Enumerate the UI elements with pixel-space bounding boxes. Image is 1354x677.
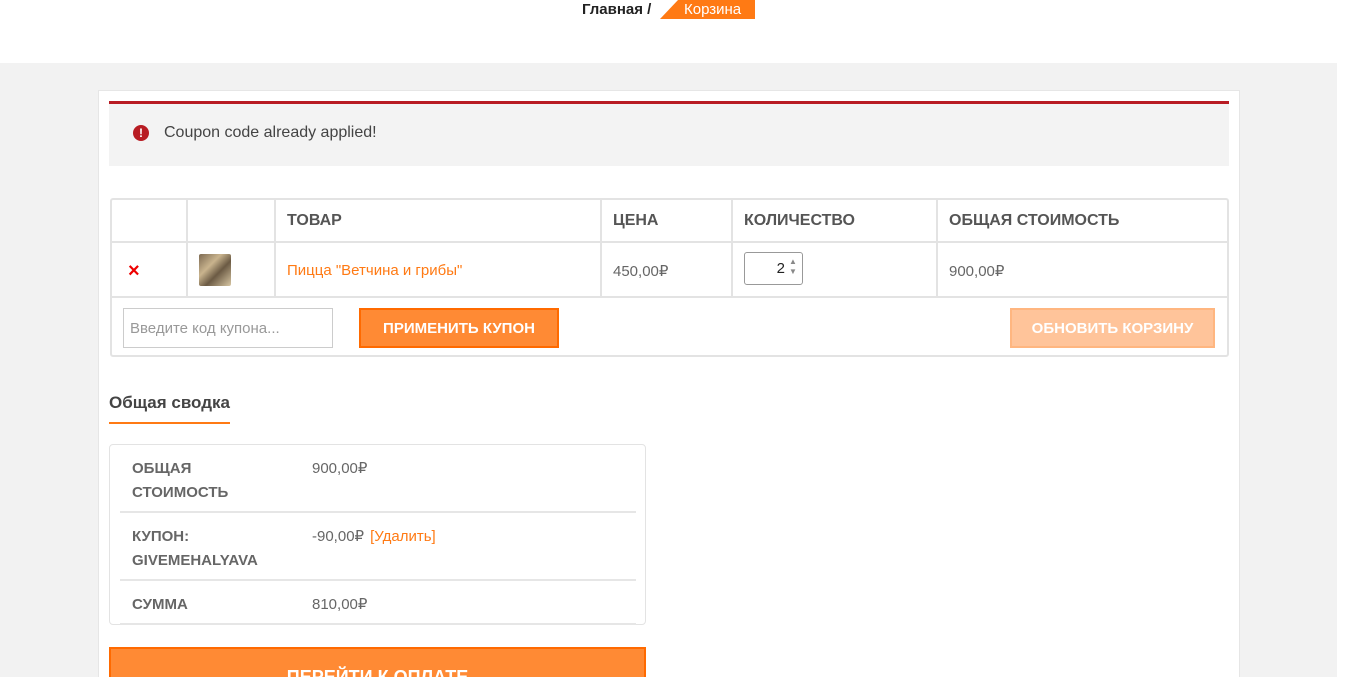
breadcrumb-home-link[interactable]: Главная /	[582, 1, 651, 18]
cart-table: ТОВАР ЦЕНА КОЛИЧЕСТВО ОБЩАЯ СТОИМОСТЬ × …	[110, 198, 1229, 357]
error-icon: !	[133, 125, 149, 141]
error-notice: ! Coupon code already applied!	[109, 101, 1229, 166]
coupon-code-input[interactable]	[123, 308, 333, 348]
header-product: ТОВАР	[287, 212, 342, 229]
breadcrumb-arrow	[660, 0, 678, 19]
quantity-stepper[interactable]: ▲▼	[744, 252, 803, 285]
checkout-button[interactable]: Перейти к оплате	[109, 647, 646, 677]
totals-row-total: Сумма 810,00₽	[120, 581, 636, 625]
totals-value: 900,00₽	[312, 460, 368, 477]
product-subtotal: 900,00₽	[949, 263, 1005, 280]
product-name-link[interactable]: Пицца "Ветчина и грибы"	[287, 262, 462, 279]
breadcrumb: Главная / Корзина	[0, 0, 1354, 20]
product-thumbnail[interactable]	[199, 254, 231, 286]
totals-label-line: Купон:	[132, 528, 190, 545]
remove-coupon-link[interactable]: [Удалить]	[370, 528, 436, 545]
totals-label-line: стоимость	[132, 484, 229, 501]
totals-table: Общая стоимость 900,00₽ Купон: givemehal…	[109, 444, 646, 625]
header-price: ЦЕНА	[613, 212, 659, 229]
totals-value: 810,00₽	[312, 596, 368, 613]
coupon-discount: -90,00₽	[312, 528, 365, 545]
product-price: 450,00₽	[613, 263, 669, 280]
table-header-row: ТОВАР ЦЕНА КОЛИЧЕСТВО ОБЩАЯ СТОИМОСТЬ	[112, 200, 1227, 243]
totals-label: Купон: givemehalyava	[132, 525, 258, 573]
notice-text: Coupon code already applied!	[164, 124, 377, 141]
breadcrumb-current: Корзина	[660, 0, 755, 19]
remove-item-icon[interactable]: ×	[128, 261, 140, 281]
header-subtotal: ОБЩАЯ СТОИМОСТЬ	[949, 212, 1120, 229]
totals-label-line: givemehalyava	[132, 552, 258, 569]
totals-row-coupon: Купон: givemehalyava -90,00₽ [Удалить]	[120, 513, 636, 581]
totals-label-line: Общая	[132, 460, 192, 477]
totals-heading: Общая сводка	[109, 393, 230, 424]
totals-label: Общая стоимость	[132, 457, 228, 505]
totals-row-subtotal: Общая стоимость 900,00₽	[120, 445, 636, 513]
header-quantity: КОЛИЧЕСТВО	[744, 212, 855, 229]
breadcrumb-current-label: Корзина	[678, 0, 755, 19]
table-row: × Пицца "Ветчина и грибы" 450,00₽ ▲▼ 900…	[112, 243, 1227, 298]
quantity-input[interactable]	[749, 253, 785, 284]
update-cart-button[interactable]: Обновить корзину	[1010, 308, 1215, 348]
apply-coupon-button[interactable]: Применить купон	[359, 308, 559, 348]
spinner-arrows-icon[interactable]: ▲ ▼	[787, 257, 799, 279]
totals-label: Сумма	[132, 596, 188, 613]
totals-value: -90,00₽ [Удалить]	[312, 525, 436, 549]
